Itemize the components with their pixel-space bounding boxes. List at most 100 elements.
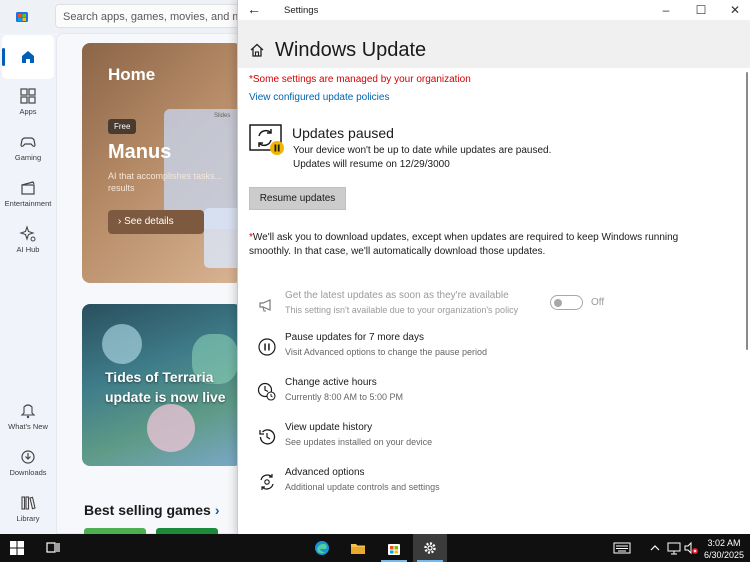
- status-title: Updates paused: [292, 125, 394, 141]
- nav-downloads-label: Downloads: [9, 468, 47, 477]
- store-logo-icon: [16, 12, 28, 22]
- nav-downloads[interactable]: Downloads: [2, 444, 54, 488]
- pause-icon: [258, 338, 276, 356]
- volume-muted-icon[interactable]: [684, 541, 698, 555]
- policy-note-text: We'll ask you to download updates, excep…: [249, 232, 679, 257]
- option-advanced-options[interactable]: Advanced options Additional update contr…: [249, 467, 729, 501]
- best-selling-heading[interactable]: Best selling games ›: [84, 502, 220, 518]
- managed-by-org-note: *Some settings are managed by your organ…: [249, 74, 471, 85]
- free-badge: Free: [108, 119, 137, 134]
- preview-label: Slides: [214, 113, 231, 119]
- taskbar-file-explorer[interactable]: [341, 534, 375, 562]
- apps-icon: [20, 88, 36, 104]
- system-clock[interactable]: 3:02 AM 6/30/2025: [700, 537, 748, 561]
- clock-time: 3:02 AM: [707, 538, 741, 548]
- start-button[interactable]: [0, 534, 34, 562]
- nav-apps-label: Apps: [19, 107, 37, 116]
- game-art-shape: [102, 324, 142, 364]
- option-subtitle: Visit Advanced options to change the pau…: [285, 347, 487, 357]
- network-icon[interactable]: [667, 541, 681, 555]
- option-title: View update history: [285, 422, 373, 433]
- option-pause-updates[interactable]: Pause updates for 7 more days Visit Adva…: [249, 332, 729, 366]
- store-home-title: Home: [108, 65, 156, 84]
- status-description: Your device won't be up to date while up…: [293, 145, 552, 156]
- back-arrow-icon[interactable]: ←: [247, 2, 263, 18]
- title-bar[interactable]: ← Settings – ☐ ✕: [238, 0, 750, 20]
- taskbar-store[interactable]: [377, 534, 411, 562]
- task-view-icon: [46, 542, 60, 553]
- maximize-button[interactable]: ☐: [684, 0, 718, 20]
- option-title: Change active hours: [285, 377, 377, 388]
- option-latest-updates: Get the latest updates as soon as they'r…: [249, 290, 729, 324]
- nav-library[interactable]: Library: [2, 490, 54, 534]
- gear-icon: [424, 542, 436, 554]
- clock-date: 6/30/2025: [703, 550, 745, 560]
- window-title: Settings: [284, 5, 319, 16]
- settings-window: ← Settings – ☐ ✕ Windows Update *Some se…: [237, 0, 750, 534]
- featured-app-description: AI that accomplishes tasks... results: [108, 171, 223, 193]
- taskbar-settings[interactable]: [413, 534, 447, 562]
- option-update-history[interactable]: View update history See updates installe…: [249, 422, 729, 456]
- resume-date: Updates will resume on 12/29/3000: [293, 159, 450, 170]
- option-subtitle: Currently 8:00 AM to 5:00 PM: [285, 392, 404, 402]
- nav-whats-new[interactable]: What's New: [2, 398, 54, 442]
- taskbar-edge[interactable]: [305, 534, 339, 562]
- latest-updates-toggle[interactable]: [550, 295, 583, 310]
- game-art-shape: [147, 404, 195, 452]
- view-policies-link[interactable]: View configured update policies: [249, 92, 389, 103]
- scrollbar[interactable]: [746, 72, 748, 350]
- nav-entertainment[interactable]: Entertainment: [2, 175, 54, 219]
- option-title: Pause updates for 7 more days: [285, 332, 424, 343]
- option-subtitle: Additional update controls and settings: [285, 482, 440, 492]
- option-title: Get the latest updates as soon as they'r…: [285, 290, 509, 301]
- history-icon: [259, 429, 276, 445]
- edge-icon: [315, 541, 329, 555]
- close-button[interactable]: ✕: [718, 0, 750, 20]
- folder-icon: [351, 544, 365, 554]
- taskbar: 3:02 AM 6/30/2025: [0, 534, 750, 562]
- nav-ai-hub-label: AI Hub: [16, 245, 40, 254]
- nav-entertainment-label: Entertainment: [4, 199, 52, 208]
- whats-new-icon: [20, 404, 36, 419]
- home-icon[interactable]: [249, 42, 265, 58]
- page-header: Windows Update: [238, 20, 750, 68]
- featured-app-name: Manus: [108, 141, 172, 163]
- windows-logo-icon: [10, 541, 24, 555]
- option-title: Advanced options: [285, 467, 365, 478]
- home-icon: [22, 51, 34, 63]
- ai-hub-icon: [19, 225, 36, 242]
- resume-updates-button[interactable]: Resume updates: [249, 187, 346, 210]
- minimize-button[interactable]: –: [649, 0, 683, 20]
- chevron-right-icon: ›: [118, 216, 122, 227]
- option-subtitle: See updates installed on your device: [285, 437, 433, 447]
- store-search-input[interactable]: Search apps, games, movies, and more: [55, 4, 255, 28]
- nav-apps[interactable]: Apps: [2, 83, 54, 127]
- keyboard-icon[interactable]: [613, 541, 631, 555]
- chevron-right-icon: ›: [214, 502, 220, 518]
- nav-whats-new-label: What's New: [8, 422, 48, 431]
- nav-ai-hub[interactable]: AI Hub: [2, 221, 54, 265]
- page-title: Windows Update: [275, 39, 427, 61]
- policy-note: *We'll ask you to download updates, exce…: [249, 231, 719, 259]
- option-subtitle: This setting isn't available due to your…: [285, 305, 519, 315]
- nav-gaming[interactable]: Gaming: [2, 129, 54, 173]
- game-promo-title: Tides of Terraria update is now live: [105, 369, 226, 405]
- store-icon: [388, 544, 400, 555]
- update-paused-icon: [249, 124, 284, 155]
- library-icon: [21, 496, 36, 510]
- gear-sync-icon: [260, 474, 274, 490]
- see-details-label: See details: [124, 216, 174, 227]
- option-active-hours[interactable]: Change active hours Currently 8:00 AM to…: [249, 377, 729, 411]
- see-details-button[interactable]: › See details: [108, 210, 204, 234]
- entertainment-icon: [21, 181, 35, 195]
- chevron-up-icon[interactable]: [650, 541, 660, 555]
- downloads-icon: [21, 450, 35, 464]
- clock-icon: [257, 382, 276, 401]
- game-promo-card[interactable]: Tides of Terraria update is now live: [82, 304, 242, 466]
- best-selling-label: Best selling games: [84, 502, 211, 518]
- store-nav: Apps Gaming Entertainment AI Hub What's …: [0, 33, 56, 534]
- nav-home[interactable]: [2, 35, 54, 79]
- hero-card[interactable]: Slides Home Free Manus AI that accomplis…: [82, 43, 242, 283]
- task-view-button[interactable]: [36, 534, 70, 562]
- nav-library-label: Library: [16, 514, 40, 523]
